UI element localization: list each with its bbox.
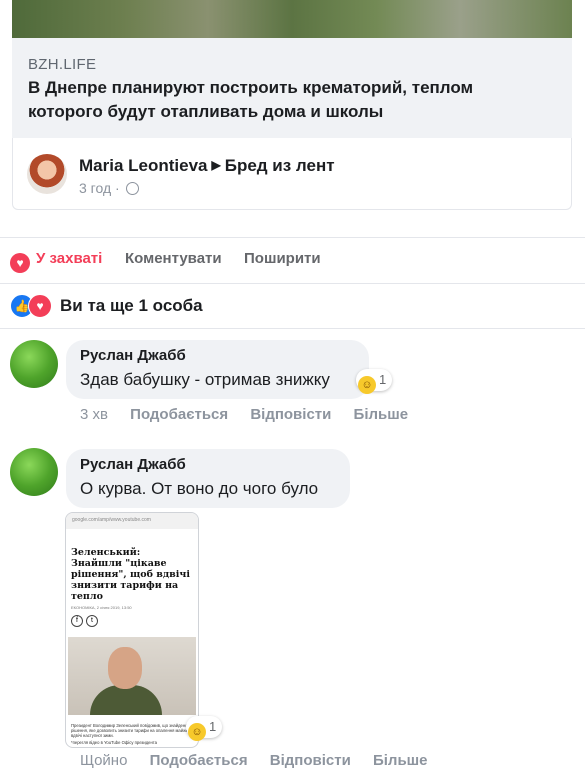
person-face <box>108 647 142 689</box>
avatar[interactable] <box>27 154 67 194</box>
love-label: У захваті <box>36 250 103 267</box>
share-time[interactable]: 3 год · <box>79 180 120 196</box>
love-button[interactable]: ♥ У захваті <box>10 250 102 273</box>
comment-text: Здав бабушку - отримав знижку <box>80 370 330 389</box>
attachment-caption: Президент Володимир Зеленський повідомив… <box>71 723 189 738</box>
link-domain: BZH.LIFE <box>28 56 97 73</box>
attachment-byline: ЕКОНОМІКА, 2 січня 2019, 13:50 <box>71 605 132 610</box>
reactions-text: Ви та ще 1 особа <box>60 296 203 315</box>
comment-author[interactable]: Руслан Джабб <box>80 347 355 364</box>
divider <box>0 283 585 284</box>
attachment-headline: Зеленський: Знайшли "цікаве рішення", що… <box>71 547 190 602</box>
attachment-url-bar: google.com/amp/www.youtube.com <box>66 513 198 529</box>
share-button[interactable]: Поширити <box>244 250 321 267</box>
comment-meta: 3 хв Подобається Відповісти Більше <box>80 406 426 423</box>
arrow-right-icon: ▶ <box>211 158 221 172</box>
comment-like-button[interactable]: Подобається <box>130 406 228 423</box>
comment-meta: Щойно Подобається Відповісти Більше <box>80 752 446 769</box>
link-preview-image[interactable] <box>12 0 572 38</box>
avatar[interactable] <box>10 340 58 388</box>
share-meta: 3 год · <box>79 180 139 196</box>
twitter-icon: t <box>86 615 98 627</box>
comment-button[interactable]: Коментувати <box>125 250 222 267</box>
comment-bubble: Руслан Джабб Здав бабушку - отримав зниж… <box>66 340 369 399</box>
reaction-count: 1 <box>209 719 217 734</box>
comment-reaction-badge[interactable]: ☺ 1 <box>186 716 223 741</box>
comment-more-button[interactable]: Більше <box>354 406 409 423</box>
post-actions: ♥ У захваті Коментувати Поширити <box>0 238 585 283</box>
haha-icon: ☺ <box>188 723 206 741</box>
avatar[interactable] <box>10 448 58 496</box>
comment-like-button[interactable]: Подобається <box>150 752 248 769</box>
comment-more-button[interactable]: Більше <box>373 752 428 769</box>
comment-text: О курва. От воно до чого було <box>80 479 319 498</box>
link-headline[interactable]: В Днепре планируют построить крематорий,… <box>28 76 548 124</box>
heart-icon: ♥ <box>10 253 30 273</box>
comment-image-attachment[interactable]: google.com/amp/www.youtube.com Зеленськи… <box>65 512 199 748</box>
divider <box>0 328 585 329</box>
attachment-video-note: *перегля відео в YouTube Офісу президент… <box>71 740 157 745</box>
facebook-icon: f <box>71 615 83 627</box>
share-group[interactable]: Бред из лент <box>225 156 335 175</box>
comment-reply-button[interactable]: Відповісти <box>270 752 351 769</box>
comment-time[interactable]: Щойно <box>80 752 127 769</box>
person-body <box>90 685 162 715</box>
reaction-count: 1 <box>379 372 387 387</box>
shared-post-attribution: Maria Leontieva ▶ Бред из лент 3 год · <box>12 138 572 210</box>
share-line: Maria Leontieva ▶ Бред из лент <box>79 156 335 176</box>
comment-time[interactable]: 3 хв <box>80 406 108 423</box>
share-author[interactable]: Maria Leontieva <box>79 156 208 175</box>
comment-bubble: Руслан Джабб О курва. От воно до чого бу… <box>66 449 350 508</box>
haha-icon: ☺ <box>358 376 376 394</box>
link-preview-card[interactable]: BZH.LIFE В Днепре планируют построить кр… <box>12 38 572 138</box>
comment-reaction-badge[interactable]: ☺ 1 <box>356 369 393 394</box>
attachment-photo <box>68 637 196 715</box>
comment-reply-button[interactable]: Відповісти <box>250 406 331 423</box>
love-reaction-icon: ♥ <box>28 294 52 318</box>
comment-author[interactable]: Руслан Джабб <box>80 456 336 473</box>
attachment-social-icons: ft <box>66 613 198 629</box>
globe-icon <box>125 182 139 195</box>
